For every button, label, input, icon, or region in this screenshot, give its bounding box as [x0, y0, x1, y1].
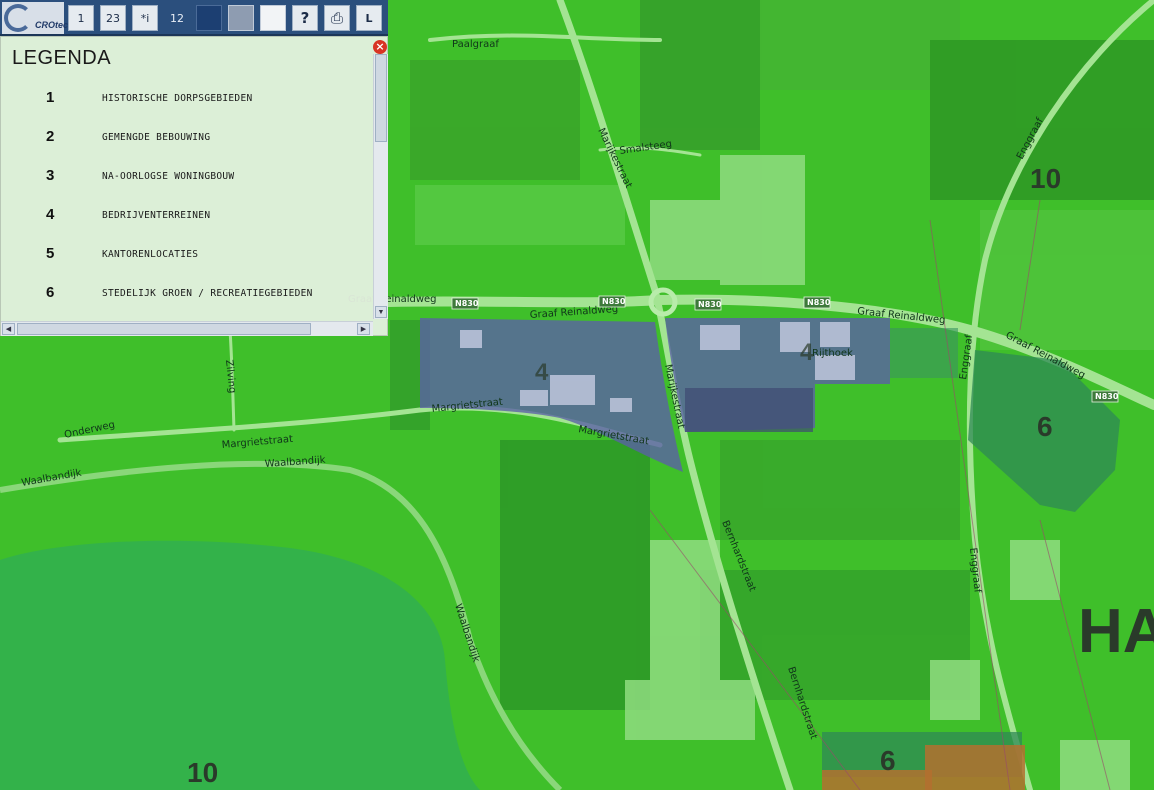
logo-mark-icon — [4, 4, 32, 32]
svg-text:N830: N830 — [455, 299, 479, 308]
home-button[interactable]: 23 — [100, 5, 126, 31]
place-name: HA — [1078, 597, 1154, 666]
crotec-logo: CROtec — [2, 2, 68, 34]
zone-label: 4 — [535, 359, 549, 386]
zone-label: 6 — [1037, 411, 1053, 442]
scroll-thumb[interactable] — [17, 323, 311, 335]
logo-text: CROtec — [35, 20, 69, 30]
zone-orange-2 — [822, 770, 932, 790]
help-icon: ? — [300, 9, 310, 27]
svg-text:N830: N830 — [602, 297, 626, 306]
legend-panel: LEGENDA × 1 HISTORISCHE DORPSGEBIEDEN 2 … — [0, 36, 388, 336]
legend-label: STEDELIJK GROEN / RECREATIEGEBIEDEN — [102, 288, 313, 299]
scroll-right-icon[interactable]: ▶ — [357, 323, 370, 335]
scroll-down-icon[interactable]: ▼ — [375, 306, 387, 318]
zone-label: 10 — [1030, 163, 1061, 194]
grey-layer-button[interactable] — [228, 5, 254, 31]
zone-label: 4 — [800, 339, 814, 366]
help-button[interactable]: ? — [292, 5, 318, 31]
layers-button[interactable]: 1 — [68, 5, 94, 31]
legend-title: LEGENDA — [12, 47, 112, 69]
white-layer-button[interactable] — [260, 5, 286, 31]
legend-number: 4 — [46, 206, 55, 223]
horizontal-scrollbar[interactable]: ◀ ▶ — [1, 321, 373, 336]
print-button[interactable]: ⎙ — [324, 5, 350, 31]
toolbar: CROtec 1 23 *i 12 ? ⎙ L — [0, 0, 388, 36]
zone-label: 10 — [187, 757, 218, 788]
zone-orange — [925, 745, 1025, 790]
legend-number: 6 — [46, 284, 55, 301]
legend-number: 1 — [46, 89, 55, 106]
legend-item: 2 GEMENGDE BEBOUWING — [1, 128, 371, 148]
info-icon: *i — [140, 11, 150, 25]
svg-text:N830: N830 — [1095, 392, 1119, 401]
dark-layer-button[interactable] — [196, 5, 222, 31]
legend-item: 5 KANTORENLOCATIES — [1, 245, 371, 265]
legend-label: KANTORENLOCATIES — [102, 249, 199, 260]
zone-recreation-small — [890, 328, 958, 378]
svg-text:N830: N830 — [807, 298, 831, 307]
measure-icon: 12 — [170, 11, 184, 25]
zone-label: 6 — [880, 745, 896, 776]
legend-icon: L — [365, 11, 373, 25]
info-button[interactable]: *i — [132, 5, 158, 31]
print-icon: ⎙ — [330, 9, 343, 27]
legend-label: HISTORISCHE DORPSGEBIEDEN — [102, 93, 253, 104]
legend-button[interactable]: L — [356, 5, 382, 31]
dark-lot — [685, 388, 813, 432]
vertical-scrollbar[interactable]: ▼ — [373, 54, 388, 319]
measure-button[interactable]: 12 — [164, 5, 190, 31]
legend-label: BEDRIJVENTERREINEN — [102, 210, 211, 221]
layers-icon: 1 — [77, 11, 85, 25]
scroll-left-icon[interactable]: ◀ — [2, 323, 15, 335]
home-icon: 23 — [106, 11, 120, 25]
svg-text:N830: N830 — [698, 300, 722, 309]
legend-item: 1 HISTORISCHE DORPSGEBIEDEN — [1, 89, 371, 109]
street-label: Rijthoek — [812, 348, 853, 359]
legend-number: 2 — [46, 128, 55, 145]
close-button[interactable]: × — [373, 40, 387, 54]
close-icon: × — [375, 40, 385, 53]
legend-number: 3 — [46, 167, 55, 184]
scroll-thumb[interactable] — [375, 54, 387, 142]
legend-item: 6 STEDELIJK GROEN / RECREATIEGEBIEDEN — [1, 284, 371, 304]
legend-number: 5 — [46, 245, 55, 262]
legend-label: NA-OORLOGSE WONINGBOUW — [102, 171, 235, 182]
legend-label: GEMENGDE BEBOUWING — [102, 132, 211, 143]
street-label: Paalgraaf — [452, 39, 499, 50]
legend-item: 3 NA-OORLOGSE WONINGBOUW — [1, 167, 371, 187]
legend-item: 4 BEDRIJVENTERREINEN — [1, 206, 371, 226]
